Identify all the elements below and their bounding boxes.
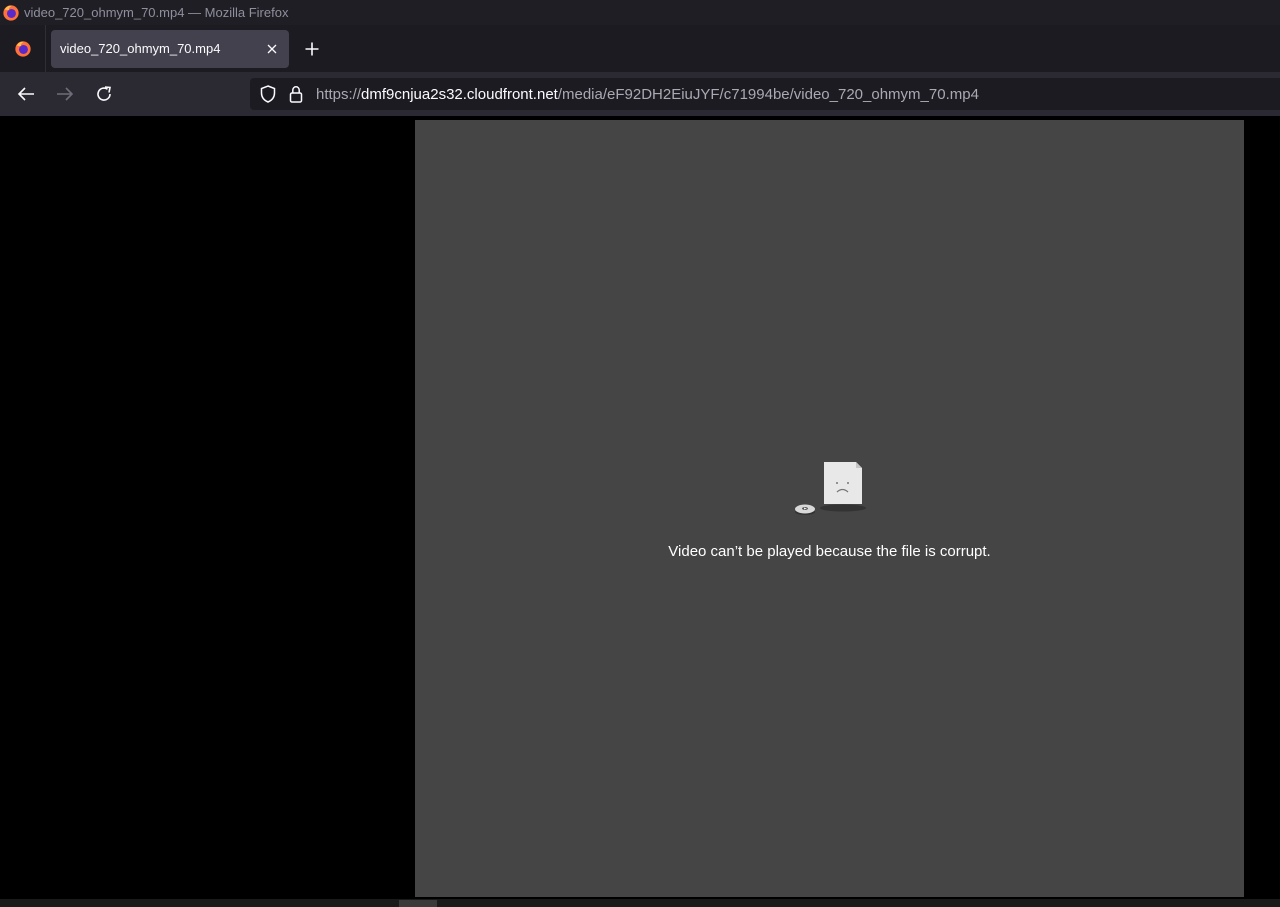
window-title-bar: video_720_ohmym_70.mp4 — Mozilla Firefox — [0, 0, 1280, 25]
reload-icon — [97, 86, 111, 101]
address-bar[interactable]: https://dmf9cnjua2s32.cloudfront.net/med… — [250, 78, 1280, 110]
firefox-logo-icon — [3, 4, 19, 21]
forward-button[interactable] — [49, 78, 81, 110]
video-player[interactable]: Video can’t be played because the file i… — [415, 120, 1244, 897]
horizontal-scroll-thumb[interactable] — [399, 900, 437, 907]
page-content: Video can’t be played because the file i… — [0, 116, 1280, 907]
url-path: /media/eF92DH2EiuJYF/c71994be/video_720_… — [557, 85, 979, 103]
reload-button[interactable] — [88, 78, 120, 110]
back-button[interactable] — [10, 78, 42, 110]
video-error-message: Video can’t be played because the file i… — [668, 543, 991, 560]
url-scheme: https:// — [316, 85, 362, 103]
lock-icon[interactable] — [286, 84, 306, 104]
tab-strip: video_720_ohmym_70.mp4 — [0, 25, 1280, 72]
arrow-right-icon — [57, 87, 74, 101]
bottom-strip — [0, 899, 1280, 907]
tab-title: video_720_ohmym_70.mp4 — [60, 41, 221, 56]
tracking-protection-shield-icon[interactable] — [258, 84, 278, 104]
firefox-logo-icon — [14, 40, 31, 57]
plus-icon — [305, 42, 319, 55]
tab-video[interactable]: video_720_ohmym_70.mp4 — [51, 29, 289, 68]
window-title: video_720_ohmym_70.mp4 — Mozilla Firefox — [24, 5, 289, 20]
arrow-left-icon — [17, 87, 34, 101]
firefox-view-button[interactable] — [0, 25, 46, 72]
url-host: dmf9cnjua2s32.cloudfront.net — [361, 85, 558, 103]
corrupt-video-file-icon — [795, 462, 866, 515]
close-icon[interactable] — [261, 38, 283, 60]
navigation-toolbar: https://dmf9cnjua2s32.cloudfront.net/med… — [0, 72, 1280, 116]
url-text[interactable]: https://dmf9cnjua2s32.cloudfront.net/med… — [316, 86, 979, 103]
new-tab-button[interactable] — [295, 32, 329, 66]
